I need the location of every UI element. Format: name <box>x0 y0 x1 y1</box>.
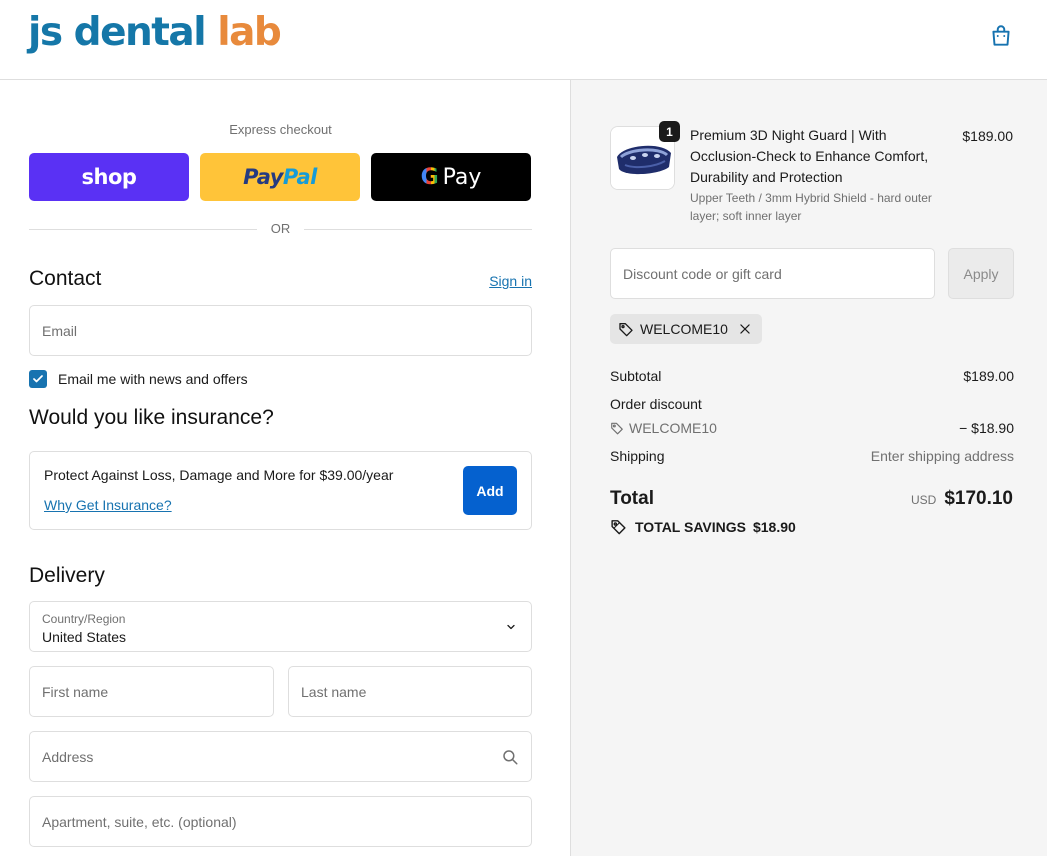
insurance-text: Protect Against Loss, Damage and More fo… <box>44 467 394 483</box>
shipping-label: Shipping <box>610 448 665 464</box>
express-checkout-title: Express checkout <box>229 122 332 137</box>
contact-heading: Contact <box>29 267 102 290</box>
chevron-down-icon <box>507 624 515 630</box>
tag-icon <box>611 422 623 435</box>
paypal-label-pay: Pay <box>243 165 283 189</box>
newsletter-checkbox[interactable] <box>29 370 47 388</box>
product-variant: Upper Teeth / 3mm Hybrid Shield - hard o… <box>690 191 932 223</box>
savings-value: $18.90 <box>752 518 796 535</box>
savings-tag-icon <box>611 520 626 535</box>
last-name-field[interactable] <box>288 666 532 717</box>
apartment-input[interactable] <box>30 797 531 846</box>
first-name-input[interactable] <box>30 667 273 716</box>
logo-text-main: js dental <box>28 10 218 55</box>
country-select[interactable]: Country/Region United States <box>29 601 532 652</box>
address-input[interactable] <box>30 732 531 781</box>
quantity-badge: 1 <box>659 121 680 142</box>
total-value: $170.10 <box>944 488 1013 509</box>
email-input[interactable] <box>30 306 531 355</box>
shipping-value: Enter shipping address <box>870 448 1014 464</box>
remove-discount-icon[interactable] <box>738 322 752 336</box>
add-insurance-button[interactable]: Add <box>463 466 517 515</box>
total-currency: USD <box>910 493 937 507</box>
discount-field[interactable] <box>610 248 935 299</box>
checkmark-icon <box>33 375 43 383</box>
google-pay-button[interactable]: G Pay <box>371 153 531 201</box>
logo-text-accent: lab <box>217 10 282 55</box>
product-price: $189.00 <box>962 128 1013 144</box>
applied-discount-code: WELCOME10 <box>640 321 728 337</box>
discount-code-text: WELCOME10 <box>629 420 717 436</box>
logo[interactable]: js dental lab <box>28 8 282 58</box>
applied-discount-chip: WELCOME10 <box>610 314 762 344</box>
apartment-field[interactable] <box>29 796 532 847</box>
why-insurance-link[interactable]: Why Get Insurance? <box>44 497 172 513</box>
address-field[interactable] <box>29 731 532 782</box>
google-pay-label: Pay <box>442 164 482 190</box>
newsletter-option: Email me with news and offers <box>29 370 248 388</box>
shop-pay-button[interactable]: shop <box>29 153 189 201</box>
header: js dental lab <box>0 0 1047 80</box>
tag-icon <box>619 323 633 337</box>
discount-value: − $18.90 <box>959 420 1014 436</box>
order-summary: 1 Premium 3D Night Guard | With Occlusio… <box>570 80 1047 856</box>
insurance-heading: Would you like insurance? <box>29 406 274 429</box>
or-text: OR <box>270 221 291 236</box>
google-g-icon: G <box>420 164 439 190</box>
discount-detail-row: WELCOME10 − $18.90 <box>610 420 1014 436</box>
shipping-row: Shipping Enter shipping address <box>610 448 1014 464</box>
subtotal-value: $189.00 <box>963 368 1014 384</box>
total-label: Total <box>610 488 654 509</box>
discount-code-detail: WELCOME10 <box>610 420 1014 436</box>
apply-button[interactable]: Apply <box>948 248 1014 299</box>
subtotal-row: Subtotal $189.00 <box>610 368 1014 384</box>
paypal-label-pal: Pal <box>282 165 317 189</box>
newsletter-label: Email me with news and offers <box>58 371 248 387</box>
last-name-input[interactable] <box>289 667 531 716</box>
savings-label: TOTAL SAVINGS <box>635 518 746 535</box>
insurance-box: Protect Against Loss, Damage and More fo… <box>29 451 532 530</box>
email-field[interactable] <box>29 305 532 356</box>
delivery-heading: Delivery <box>29 564 105 587</box>
country-label: Country/Region <box>42 612 126 626</box>
paypal-button[interactable]: Pay Pal <box>200 153 360 201</box>
product-name: Premium 3D Night Guard | With Occlusion-… <box>690 127 929 185</box>
total-savings: TOTAL SAVINGS $18.90 <box>610 518 796 535</box>
sign-in-link[interactable]: Sign in <box>489 273 532 289</box>
shopping-bag-icon[interactable] <box>988 23 1014 49</box>
or-divider: OR <box>29 221 532 237</box>
total-value-group: USD $170.10 <box>911 488 1013 510</box>
subtotal-label: Subtotal <box>610 368 662 384</box>
search-icon <box>503 750 518 765</box>
shop-pay-label: shop <box>81 165 137 189</box>
country-value: United States <box>42 629 127 645</box>
order-discount-label: Order discount <box>610 396 702 412</box>
first-name-field[interactable] <box>29 666 274 717</box>
discount-input[interactable] <box>611 249 934 298</box>
order-discount-row: Order discount <box>610 396 1014 412</box>
